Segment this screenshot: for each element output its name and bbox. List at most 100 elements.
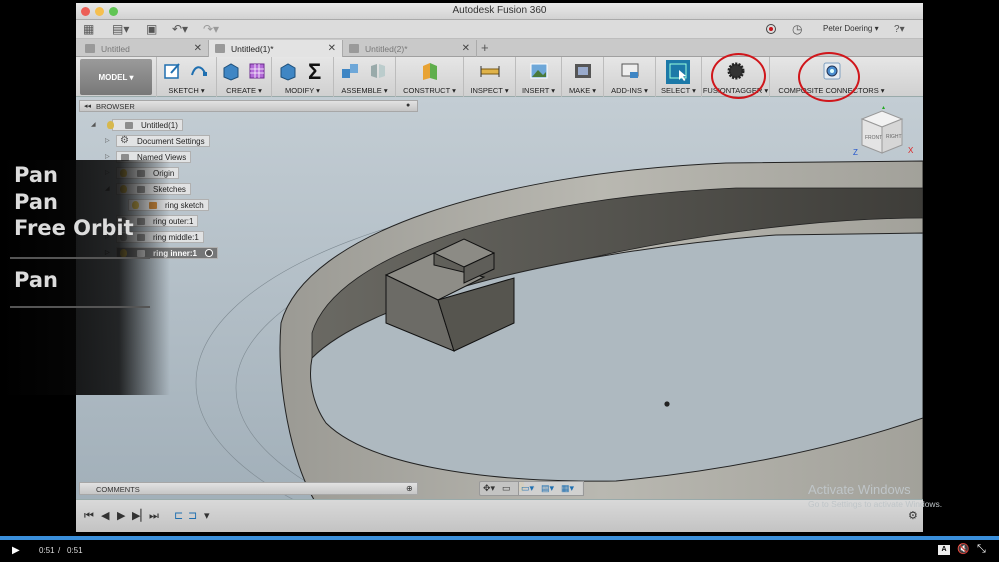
timeline-bar: ⏮ ◀ ▶ ▶▏ ⏭ ⊏ ⊐ ▾ ⚙ [76,499,923,532]
redo-icon[interactable]: ↷▾ [203,23,219,35]
tab-untitled-1[interactable]: Untitled(1)* ✕ [209,40,343,57]
video-frame: Autodesk Fusion 360 ▦ ▤▾ ▣ ↶▾ ↷▾ ◷ Peter… [0,0,999,562]
sigma-parameters-icon: Σ [308,59,322,84]
go-to-start-icon[interactable]: ⏮ [84,510,94,522]
play-icon[interactable]: ▶ [12,545,20,556]
document-icon [349,44,359,53]
assemble-menu[interactable]: ASSEMBLE ▾ [333,57,395,97]
new-component-icon [342,64,358,78]
user-menu[interactable]: Peter Doering ▾ [823,24,879,33]
expand-triangle-icon[interactable]: ▷ [105,137,110,144]
help-icon[interactable]: ?▾ [894,24,905,36]
composite-connectors-highlight-circle [798,52,860,102]
shortcut-text-4: Pan [14,268,58,292]
data-panel-grid-icon[interactable]: ▦ [83,23,94,35]
3d-print-icon [575,64,591,78]
extrude-box-icon [223,63,239,81]
visibility-bulb-icon[interactable] [107,121,114,129]
file-menu-icon[interactable]: ▤▾ [112,23,129,35]
workspace-label: MODEL [98,73,128,82]
comments-bar[interactable]: COMMENTS [79,482,418,495]
modify-menu[interactable]: Σ MODIFY ▾ [271,57,333,97]
insert-menu[interactable]: INSERT ▾ [515,57,561,97]
fusion-window: Autodesk Fusion 360 ▦ ▤▾ ▣ ↶▾ ↷▾ ◷ Peter… [76,3,923,532]
go-to-end-icon[interactable]: ⏭ [149,510,159,522]
window-titlebar: Autodesk Fusion 360 [76,3,923,20]
make-menu[interactable]: MAKE ▾ [561,57,603,97]
browser-node-document-settings[interactable]: ▷ ⚙ Document Settings [105,135,210,147]
add-ins-label: ADD-INS ▾ [611,86,648,95]
volume-mute-icon[interactable]: 🔇 [957,544,969,555]
save-icon[interactable]: ▣ [146,23,157,35]
browser-options-icon[interactable]: ● [406,102,410,109]
step-forward-icon[interactable]: ▶▏ [132,510,149,522]
construct-label: CONSTRUCT ▾ [403,86,456,95]
tab-untitled-2[interactable]: Untitled(2)* ✕ [343,40,477,57]
orbit-icon[interactable]: ✥▾ [483,483,495,494]
new-tab-plus-icon[interactable]: + [481,40,489,55]
node-label: ring sketch [165,201,204,210]
quick-access-bar: ▦ ▤▾ ▣ ↶▾ ↷▾ ◷ Peter Doering ▾ ?▾ [76,20,923,39]
browser-title: BROWSER [96,102,135,111]
expand-triangle-icon[interactable]: ◢ [91,121,96,128]
play-timeline-icon[interactable]: ▶ [117,510,125,522]
captions-icon[interactable]: A [938,545,950,555]
job-status-clock-icon[interactable]: ◷ [792,23,802,35]
create-label: CREATE ▾ [226,86,262,95]
display-settings-icon[interactable]: ▭▾ [521,483,534,494]
workspace-switcher[interactable]: MODEL ▾ [80,59,152,95]
document-icon [215,44,225,53]
close-tab-icon[interactable]: ✕ [194,43,202,54]
document-icon [85,44,95,53]
undo-icon[interactable]: ↶▾ [172,23,188,35]
insert-label: INSERT ▾ [521,86,556,95]
step-back-icon[interactable]: ◀ [101,510,109,522]
construct-menu[interactable]: CONSTRUCT ▾ [395,57,463,97]
display-settings-bar: ▭▾ ▤▾ ▦▾ [518,481,584,496]
activate-windows-subtitle: Go to Settings to activate Windows. [808,499,943,509]
joint-icon [371,64,385,78]
axis-y-marker: ▴ [882,105,885,111]
timeline-marker-icon[interactable]: ▾ [204,510,210,522]
exit-fullscreen-icon[interactable]: ⤡ [977,543,986,556]
node-label: Document Settings [137,137,205,146]
origin-point [664,401,670,407]
gear-icon: ⚙ [120,135,129,146]
activate-windows-title: Activate Windows [808,482,911,497]
grid-snap-icon[interactable]: ▤▾ [541,483,554,494]
axis-z-label: Z [853,148,858,157]
inspect-menu[interactable]: INSPECT ▾ [463,57,515,97]
close-tab-icon[interactable]: ✕ [328,43,336,54]
add-ins-menu[interactable]: ADD-INS ▾ [603,57,655,97]
overlay-divider [10,306,150,308]
viewports-icon[interactable]: ▦▾ [561,483,574,494]
expand-triangle-icon[interactable]: ▷ [105,153,110,160]
collapse-browser-icon[interactable]: ◂◂ [84,102,91,110]
node-label: Untitled(1) [141,121,178,130]
timeline-sketch-feature-icon[interactable]: ⊏ [174,510,183,522]
look-at-icon[interactable]: ▭ [502,483,511,494]
browser-node-root[interactable]: ◢ Untitled(1) [91,119,183,131]
select-cursor-icon [666,60,690,84]
close-tab-icon[interactable]: ✕ [462,43,470,54]
viewcube-front-label: FRONT [865,135,882,141]
select-menu[interactable]: SELECT ▾ [655,57,701,97]
activate-windows-watermark: Activate Windows Go to Settings to activ… [808,482,942,509]
ribbon-toolbar: MODEL ▾ SKETCH ▾ CREATE ▾ Σ MODIFY ▾ ASS… [76,52,923,102]
comments-add-icon[interactable]: ⊕ [406,484,413,493]
fusiontagger-highlight-circle [711,53,766,99]
help-label: ? [894,24,900,35]
viewcube[interactable]: FRONT RIGHT X Z ▴ [848,103,918,163]
sketch-label: SKETCH ▾ [168,86,205,95]
record-icon[interactable] [766,24,776,34]
current-time: 0:51 [39,546,55,555]
tab-label: Untitled(1)* [231,44,274,54]
timeline-extrude-feature-icon[interactable]: ⊐ [188,510,197,522]
browser-panel-header[interactable]: ◂◂ BROWSER ● [79,100,418,112]
sketch-menu[interactable]: SKETCH ▾ [156,57,216,97]
activate-component-radio-icon[interactable] [205,249,214,257]
create-menu[interactable]: CREATE ▾ [216,57,271,97]
timeline-settings-gear-icon[interactable]: ⚙ [908,510,918,522]
shortcut-overlay: Pan Pan Free Orbit Pan [0,160,170,395]
tab-untitled[interactable]: Untitled ✕ [79,40,209,57]
